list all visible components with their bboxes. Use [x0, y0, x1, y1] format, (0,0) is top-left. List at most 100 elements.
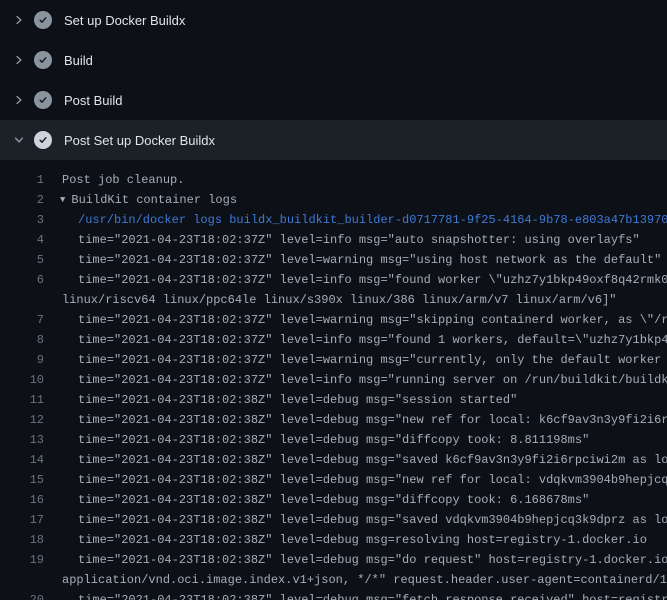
log-line-text: time="2021-04-23T18:02:38Z" level=debug …	[44, 590, 667, 600]
log-line: 15 time="2021-04-23T18:02:38Z" level=deb…	[0, 470, 667, 490]
log-line-message: BuildKit container logs	[71, 193, 237, 207]
line-number	[0, 290, 44, 310]
check-circle-icon	[34, 131, 52, 149]
log-line-message: time="2021-04-23T18:02:37Z" level=info m…	[78, 273, 667, 287]
line-number[interactable]: 7	[0, 310, 44, 330]
log-line-message: /usr/bin/docker logs buildx_buildkit_bui…	[78, 213, 667, 227]
step-label: Post Set up Docker Buildx	[64, 133, 215, 148]
log-line: application/vnd.oci.image.index.v1+json,…	[0, 570, 667, 590]
line-number[interactable]: 14	[0, 450, 44, 470]
log-line-message: time="2021-04-23T18:02:38Z" level=debug …	[78, 513, 667, 527]
log-line-message: time="2021-04-23T18:02:38Z" level=debug …	[78, 473, 667, 487]
log-line: 8 time="2021-04-23T18:02:37Z" level=info…	[0, 330, 667, 350]
log-line-message: time="2021-04-23T18:02:38Z" level=debug …	[78, 553, 667, 567]
chevron-down-icon	[12, 133, 26, 147]
log-line: 18 time="2021-04-23T18:02:38Z" level=deb…	[0, 530, 667, 550]
log-line-text: application/vnd.oci.image.index.v1+json,…	[44, 570, 667, 590]
log-line: 13 time="2021-04-23T18:02:38Z" level=deb…	[0, 430, 667, 450]
log-line-message: time="2021-04-23T18:02:38Z" level=debug …	[78, 493, 589, 507]
line-number[interactable]: 17	[0, 510, 44, 530]
step-label: Set up Docker Buildx	[64, 13, 185, 28]
log-line: 7 time="2021-04-23T18:02:37Z" level=warn…	[0, 310, 667, 330]
log-line-text: time="2021-04-23T18:02:38Z" level=debug …	[44, 430, 589, 450]
log-line: 14 time="2021-04-23T18:02:38Z" level=deb…	[0, 450, 667, 470]
log-line-text: time="2021-04-23T18:02:38Z" level=debug …	[44, 550, 667, 570]
log-line-text: /usr/bin/docker logs buildx_buildkit_bui…	[44, 210, 667, 230]
log-line-text: time="2021-04-23T18:02:37Z" level=info m…	[44, 230, 640, 250]
log-line-message: time="2021-04-23T18:02:37Z" level=info m…	[78, 333, 667, 347]
log-line: 4 time="2021-04-23T18:02:37Z" level=info…	[0, 230, 667, 250]
group-toggle-icon: ▼	[60, 190, 65, 210]
log-line: 9 time="2021-04-23T18:02:37Z" level=warn…	[0, 350, 667, 370]
log-line-text: time="2021-04-23T18:02:38Z" level=debug …	[44, 490, 589, 510]
log-line-text: time="2021-04-23T18:02:38Z" level=debug …	[44, 450, 667, 470]
log-line-text: linux/riscv64 linux/ppc64le linux/s390x …	[44, 290, 617, 310]
line-number[interactable]: 10	[0, 370, 44, 390]
line-number[interactable]: 20	[0, 590, 44, 600]
log-line: 2 ▼ BuildKit container logs	[0, 190, 667, 210]
log-line-message: time="2021-04-23T18:02:38Z" level=debug …	[78, 413, 667, 427]
log-line-message: time="2021-04-23T18:02:37Z" level=warnin…	[78, 313, 667, 327]
line-number[interactable]: 9	[0, 350, 44, 370]
line-number[interactable]: 3	[0, 210, 44, 230]
log-line-text: time="2021-04-23T18:02:37Z" level=warnin…	[44, 250, 661, 270]
log-line: linux/riscv64 linux/ppc64le linux/s390x …	[0, 290, 667, 310]
step-label: Post Build	[64, 93, 123, 108]
log-line: 1 Post job cleanup.	[0, 170, 667, 190]
log-line-text: Post job cleanup.	[44, 170, 184, 190]
check-circle-icon	[34, 11, 52, 29]
step-header-build[interactable]: Build	[0, 40, 667, 80]
line-number[interactable]: 19	[0, 550, 44, 570]
line-number[interactable]: 16	[0, 490, 44, 510]
step-header-post-set-up-docker-buildx[interactable]: Post Set up Docker Buildx	[0, 120, 667, 160]
line-number[interactable]: 6	[0, 270, 44, 290]
log-line-message: time="2021-04-23T18:02:38Z" level=debug …	[78, 393, 517, 407]
log-line-message: time="2021-04-23T18:02:37Z" level=info m…	[78, 233, 640, 247]
line-number[interactable]: 2	[0, 190, 44, 210]
line-number[interactable]: 12	[0, 410, 44, 430]
step-header-set-up-docker-buildx[interactable]: Set up Docker Buildx	[0, 0, 667, 40]
log-line-text: time="2021-04-23T18:02:38Z" level=debug …	[44, 410, 667, 430]
chevron-right-icon	[12, 93, 26, 107]
log-line-message: linux/riscv64 linux/ppc64le linux/s390x …	[62, 293, 617, 307]
step-header-post-build[interactable]: Post Build	[0, 80, 667, 120]
log-line-text: time="2021-04-23T18:02:37Z" level=info m…	[44, 370, 667, 390]
log-line: 17 time="2021-04-23T18:02:38Z" level=deb…	[0, 510, 667, 530]
chevron-right-icon	[12, 13, 26, 27]
line-number[interactable]: 4	[0, 230, 44, 250]
log-line-message: time="2021-04-23T18:02:37Z" level=warnin…	[78, 353, 667, 367]
line-number[interactable]: 5	[0, 250, 44, 270]
line-number[interactable]: 15	[0, 470, 44, 490]
log-line-message: time="2021-04-23T18:02:37Z" level=warnin…	[78, 253, 661, 267]
log-line: 10 time="2021-04-23T18:02:37Z" level=inf…	[0, 370, 667, 390]
log-line-text: time="2021-04-23T18:02:38Z" level=debug …	[44, 530, 647, 550]
line-number[interactable]: 1	[0, 170, 44, 190]
log-line-message: time="2021-04-23T18:02:38Z" level=debug …	[78, 433, 589, 447]
log-line-message: time="2021-04-23T18:02:37Z" level=info m…	[78, 373, 667, 387]
chevron-right-icon	[12, 53, 26, 67]
log-line-text: time="2021-04-23T18:02:38Z" level=debug …	[44, 510, 667, 530]
line-number	[0, 570, 44, 590]
line-number[interactable]: 11	[0, 390, 44, 410]
log-line-text: time="2021-04-23T18:02:38Z" level=debug …	[44, 470, 667, 490]
log-line-message: application/vnd.oci.image.index.v1+json,…	[62, 573, 667, 587]
log-line: 16 time="2021-04-23T18:02:38Z" level=deb…	[0, 490, 667, 510]
line-number[interactable]: 8	[0, 330, 44, 350]
log-line: 20 time="2021-04-23T18:02:38Z" level=deb…	[0, 590, 667, 600]
log-line: 3 /usr/bin/docker logs buildx_buildkit_b…	[0, 210, 667, 230]
log-line-text[interactable]: ▼ BuildKit container logs	[44, 190, 237, 210]
check-circle-icon	[34, 51, 52, 69]
log-line-text: time="2021-04-23T18:02:37Z" level=warnin…	[44, 350, 667, 370]
line-number[interactable]: 13	[0, 430, 44, 450]
steps-list: Set up Docker Buildx Build Post Build	[0, 0, 667, 160]
check-circle-icon	[34, 91, 52, 109]
log-line-message: time="2021-04-23T18:02:38Z" level=debug …	[78, 593, 667, 600]
log-line: 19 time="2021-04-23T18:02:38Z" level=deb…	[0, 550, 667, 570]
log-output: 1 Post job cleanup. 2 ▼ BuildKit containe…	[0, 160, 667, 600]
log-line-message: time="2021-04-23T18:02:38Z" level=debug …	[78, 453, 667, 467]
log-line-text: time="2021-04-23T18:02:37Z" level=info m…	[44, 330, 667, 350]
log-line: 11 time="2021-04-23T18:02:38Z" level=deb…	[0, 390, 667, 410]
log-line: 12 time="2021-04-23T18:02:38Z" level=deb…	[0, 410, 667, 430]
log-line-text: time="2021-04-23T18:02:37Z" level=info m…	[44, 270, 667, 290]
line-number[interactable]: 18	[0, 530, 44, 550]
